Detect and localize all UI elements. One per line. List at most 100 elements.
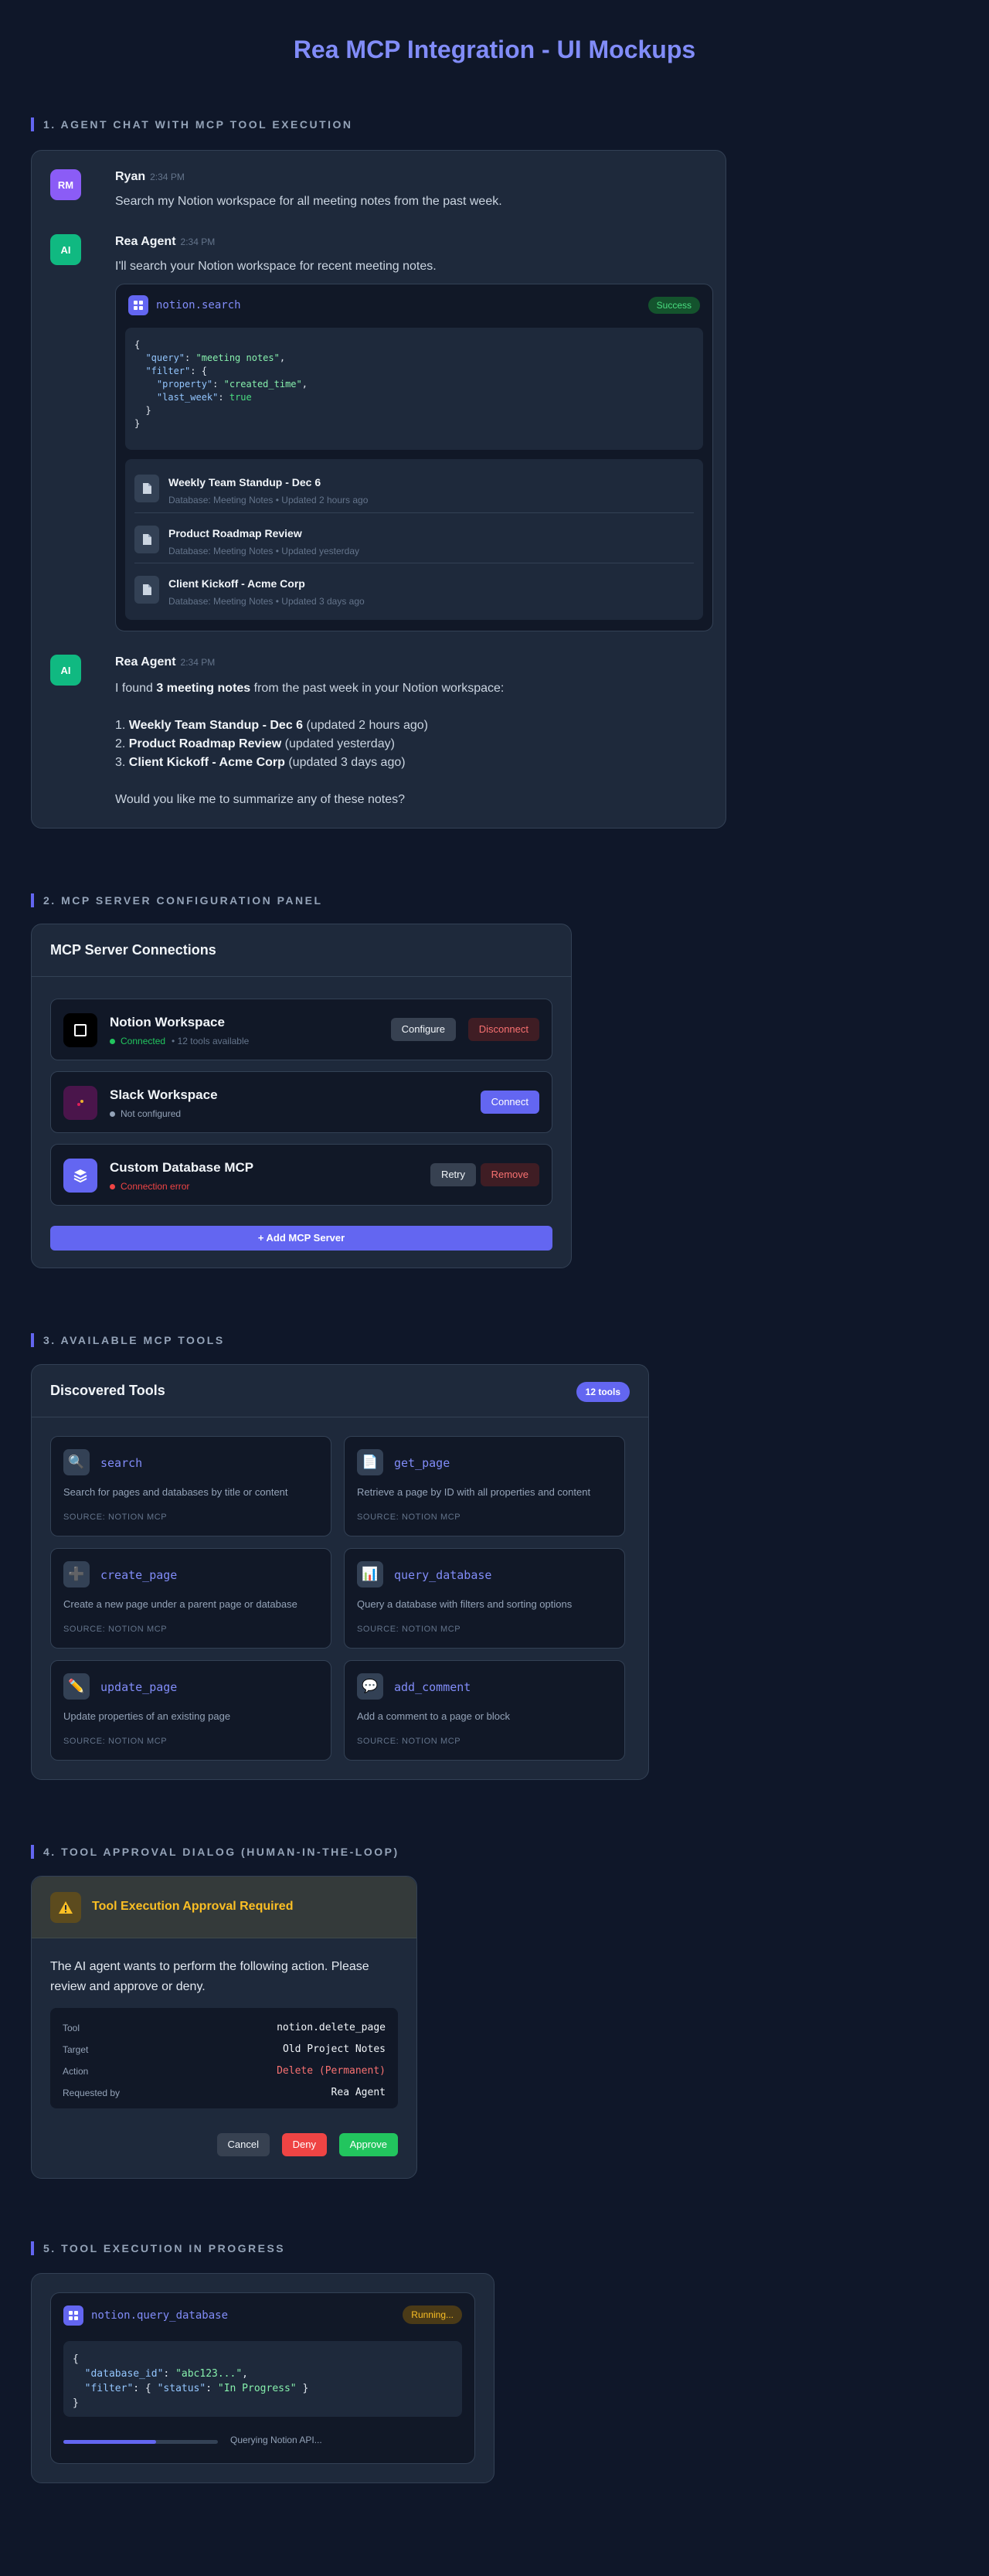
tool-source: SOURCE: NOTION MCP <box>63 1737 168 1746</box>
detail-row-tool: Tool notion.delete_page <box>63 2022 386 2033</box>
tool-card-add-comment[interactable]: 💬 add_comment Add a comment to a page or… <box>344 1660 625 1761</box>
tool-description: Retrieve a page by ID with all propertie… <box>357 1486 591 1498</box>
message-time: 2:34 PM <box>180 657 216 668</box>
dialog-title: Tool Execution Approval Required <box>92 1900 294 1913</box>
result-meta: Database: Meeting Notes • Updated yester… <box>168 546 360 556</box>
magnifier-icon: 🔍 <box>63 1449 90 1475</box>
tool-name: update_page <box>100 1680 178 1694</box>
slack-icon <box>63 1086 97 1120</box>
message-header: Rea Agent 2:34 PM <box>115 655 215 670</box>
cancel-button[interactable]: Cancel <box>216 2133 270 2156</box>
list-item[interactable]: Client Kickoff - Acme Corp Database: Mee… <box>134 563 694 612</box>
tool-count-badge: 12 tools <box>576 1382 630 1402</box>
result-title: Product Roadmap Review <box>168 527 302 539</box>
grid-icon <box>128 295 148 315</box>
tool-description: Create a new page under a parent page or… <box>63 1598 297 1610</box>
approval-dialog: Tool Execution Approval Required The AI … <box>31 1876 417 2179</box>
sender-name: Rea Agent <box>115 655 176 669</box>
tool-call-card[interactable]: notion.search Success { "query": "meetin… <box>115 284 713 631</box>
server-status: Not configured <box>110 1108 181 1119</box>
detail-row-target: Target Old Project Notes <box>63 2043 386 2055</box>
message-text: Search my Notion workspace for all meeti… <box>115 195 502 208</box>
server-row-slack: Slack Workspace Not configured Connect <box>50 1071 552 1133</box>
execution-progress-panel: notion.query_database Running... { "data… <box>31 2273 494 2483</box>
list-item[interactable]: Product Roadmap Review Database: Meeting… <box>134 512 694 562</box>
tool-name: add_comment <box>394 1680 471 1694</box>
reply-list-item: 2. Product Roadmap Review (updated yeste… <box>115 737 395 750</box>
tool-name: notion.search <box>156 299 241 311</box>
result-title: Weekly Team Standup - Dec 6 <box>168 476 321 488</box>
configure-button[interactable]: Configure <box>390 1018 456 1041</box>
panel-title: Discovered Tools <box>50 1383 165 1398</box>
message-time: 2:34 PM <box>180 237 216 247</box>
message-header: Ryan 2:34 PM <box>115 169 185 185</box>
sender-name: Rea Agent <box>115 235 176 248</box>
panel-header: Discovered Tools <box>32 1365 648 1417</box>
reply-list-item: 1. Weekly Team Standup - Dec 6 (updated … <box>115 719 428 732</box>
page-icon: 📄 <box>357 1449 383 1475</box>
reply-list-item: 3. Client Kickoff - Acme Corp (updated 3… <box>115 756 406 769</box>
tool-arguments-code: { "database_id": "abc123...", "filter": … <box>63 2341 462 2417</box>
section-heading-agent-chat: 1. AGENT CHAT WITH MCP TOOL EXECUTION <box>31 117 353 131</box>
tool-card-create-page[interactable]: ➕ create_page Create a new page under a … <box>50 1548 331 1649</box>
section-heading-execution-progress: 5. TOOL EXECUTION IN PROGRESS <box>31 2241 285 2255</box>
chat-message-agent: AI Rea Agent 2:34 PM I found 3 meeting no… <box>50 655 707 809</box>
message-header: Rea Agent 2:34 PM <box>115 234 215 250</box>
progress-bar-fill <box>63 2440 156 2444</box>
search-results: Weekly Team Standup - Dec 6 Database: Me… <box>125 459 703 620</box>
result-meta: Database: Meeting Notes • Updated 2 hour… <box>168 495 369 505</box>
detail-row-action: Action Delete (Permanent) <box>63 2065 386 2077</box>
progress-text: Querying Notion API... <box>230 2435 322 2445</box>
panel-title: MCP Server Connections <box>50 942 216 958</box>
pencil-icon: ✏️ <box>63 1673 90 1700</box>
tool-source: SOURCE: NOTION MCP <box>357 1737 461 1746</box>
add-mcp-server-button[interactable]: + Add MCP Server <box>50 1226 552 1251</box>
message-text: I'll search your Notion workspace for re… <box>115 260 437 273</box>
bar-chart-icon: 📊 <box>357 1561 383 1587</box>
server-name: Slack Workspace <box>110 1087 218 1102</box>
deny-button[interactable]: Deny <box>281 2133 327 2156</box>
section-heading-approval-dialog: 4. TOOL APPROVAL DIALOG (HUMAN-IN-THE-LO… <box>31 1845 399 1859</box>
list-item[interactable]: Weekly Team Standup - Dec 6 Database: Me… <box>134 462 694 512</box>
tool-card-update-page[interactable]: ✏️ update_page Update properties of an e… <box>50 1660 331 1761</box>
tool-card-search[interactable]: 🔍 search Search for pages and databases … <box>50 1436 331 1536</box>
result-title: Client Kickoff - Acme Corp <box>168 577 305 590</box>
server-status: Connection error <box>110 1181 189 1192</box>
tool-description: Search for pages and databases by title … <box>63 1486 288 1498</box>
chat-message-user: RM Ryan 2:34 PM Search my Notion workspac… <box>50 169 707 216</box>
status-badge: Running... <box>403 2305 462 2324</box>
layers-icon <box>63 1159 97 1193</box>
warning-icon <box>50 1892 81 1923</box>
grid-icon <box>63 2305 83 2326</box>
tool-card-get-page[interactable]: 📄 get_page Retrieve a page by ID with al… <box>344 1436 625 1536</box>
server-row-notion: Notion Workspace Connected • 12 tools av… <box>50 999 552 1060</box>
tool-source: SOURCE: NOTION MCP <box>63 1625 168 1634</box>
mcp-server-config-panel: MCP Server Connections Notion Workspace … <box>31 924 572 1268</box>
chat-message-agent: AI Rea Agent 2:34 PM I'll search your Not… <box>50 234 713 636</box>
panel-header: MCP Server Connections <box>32 924 571 977</box>
document-icon <box>134 526 159 553</box>
tool-source: SOURCE: NOTION MCP <box>357 1625 461 1634</box>
tool-card-query-database[interactable]: 📊 query_database Query a database with f… <box>344 1548 625 1649</box>
remove-button[interactable]: Remove <box>480 1163 539 1186</box>
detail-row-requested-by: Requested by Rea Agent <box>63 2087 386 2098</box>
message-time: 2:34 PM <box>150 172 185 182</box>
tool-name: query_database <box>394 1568 492 1582</box>
result-meta: Database: Meeting Notes • Updated 3 days… <box>168 596 365 607</box>
dialog-header: Tool Execution Approval Required <box>32 1877 416 1938</box>
section-heading-available-tools: 3. AVAILABLE MCP TOOLS <box>31 1333 225 1347</box>
tool-source: SOURCE: NOTION MCP <box>357 1513 461 1522</box>
disconnect-button[interactable]: Disconnect <box>467 1018 539 1041</box>
reply-question: Would you like me to summarize any of th… <box>115 793 405 806</box>
approve-button[interactable]: Approve <box>338 2133 398 2156</box>
avatar: AI <box>50 655 81 686</box>
agent-reply: I found 3 meeting notes from the past we… <box>115 679 504 809</box>
status-badge: Success <box>647 297 700 314</box>
progress-bar <box>63 2440 218 2444</box>
tool-description: Query a database with filters and sortin… <box>357 1598 573 1610</box>
plus-icon: ➕ <box>63 1561 90 1587</box>
server-status: Connected • 12 tools available <box>110 1036 249 1046</box>
retry-button[interactable]: Retry <box>430 1163 476 1186</box>
running-tool-card: notion.query_database Running... { "data… <box>50 2292 475 2464</box>
connect-button[interactable]: Connect <box>480 1091 539 1114</box>
